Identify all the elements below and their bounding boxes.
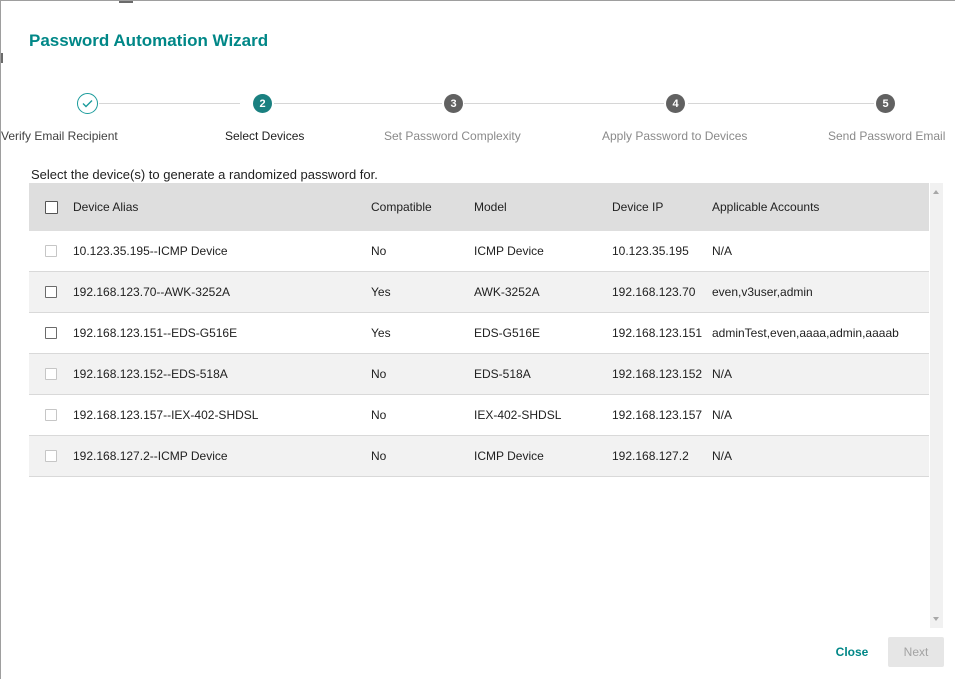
step-connector <box>464 103 664 104</box>
device-ip: 192.168.123.70 <box>612 285 696 299</box>
row-checkbox-cell[interactable] <box>29 450 73 462</box>
applicable-accounts: adminTest,even,aaaa,admin,aaaab <box>712 326 899 340</box>
table-row[interactable]: 192.168.123.70--AWK-3252A Yes AWK-3252A … <box>29 272 929 313</box>
row-checkbox[interactable] <box>45 368 57 380</box>
column-header-compatible[interactable]: Compatible <box>371 200 474 214</box>
step-3-label: Set Password Complexity <box>384 129 521 143</box>
table-row[interactable]: 10.123.35.195--ICMP Device No ICMP Devic… <box>29 231 929 272</box>
applicable-accounts: N/A <box>712 449 733 463</box>
compatible-value: No <box>371 408 387 422</box>
row-checkbox-cell[interactable] <box>29 286 73 298</box>
model-value: ICMP Device <box>474 244 544 258</box>
step-5-label: Send Password Email <box>828 129 946 143</box>
row-checkbox-cell[interactable] <box>29 409 73 421</box>
device-ip: 192.168.123.151 <box>612 326 703 340</box>
table-row[interactable]: 192.168.123.152--EDS-518A No EDS-518A 19… <box>29 354 929 395</box>
step-connector <box>99 103 240 104</box>
window-edge-mark <box>1 53 3 63</box>
compatible-value: Yes <box>371 326 391 340</box>
table-row[interactable]: 192.168.123.151--EDS-G516E Yes EDS-G516E… <box>29 313 929 354</box>
column-header-accounts[interactable]: Applicable Accounts <box>712 200 922 214</box>
device-ip: 192.168.123.157 <box>612 408 703 422</box>
select-all-cell[interactable] <box>29 200 73 214</box>
step-4-indicator: 4 <box>666 94 685 113</box>
row-checkbox[interactable] <box>45 409 57 421</box>
window-edge-mark <box>119 1 133 3</box>
compatible-value: No <box>371 367 387 381</box>
device-alias: 192.168.123.70--AWK-3252A <box>73 285 230 299</box>
device-table: Device Alias Compatible Model Device IP … <box>29 183 929 628</box>
device-alias: 192.168.123.151--EDS-G516E <box>73 326 238 340</box>
step-4-label: Apply Password to Devices <box>602 129 748 143</box>
device-alias: 10.123.35.195--ICMP Device <box>73 244 228 258</box>
next-button[interactable]: Next <box>888 637 944 667</box>
step-connector <box>274 103 442 104</box>
table-scrollbar[interactable] <box>930 183 943 628</box>
model-value: EDS-G516E <box>474 326 541 340</box>
device-ip: 192.168.123.152 <box>612 367 703 381</box>
device-alias: 192.168.123.152--EDS-518A <box>73 367 228 381</box>
row-checkbox[interactable] <box>45 245 57 257</box>
compatible-value: Yes <box>371 285 391 299</box>
table-row[interactable]: 192.168.127.2--ICMP Device No ICMP Devic… <box>29 436 929 477</box>
step-5-indicator: 5 <box>876 94 895 113</box>
wizard-stepper: 2 3 4 5 Verify Email Recipient Select De… <box>1 91 955 151</box>
step-2-indicator: 2 <box>253 94 272 113</box>
compatible-value: No <box>371 244 387 258</box>
step-connector <box>688 103 874 104</box>
applicable-accounts: N/A <box>712 244 733 258</box>
device-ip: 10.123.35.195 <box>612 244 689 258</box>
model-value: IEX-402-SHDSL <box>474 408 562 422</box>
device-alias: 192.168.127.2--ICMP Device <box>73 449 228 463</box>
device-table-container: Device Alias Compatible Model Device IP … <box>29 183 943 628</box>
device-alias: 192.168.123.157--IEX-402-SHDSL <box>73 408 259 422</box>
table-row[interactable]: 192.168.123.157--IEX-402-SHDSL No IEX-40… <box>29 395 929 436</box>
instruction-text: Select the device(s) to generate a rando… <box>31 167 378 182</box>
step-3-indicator: 3 <box>444 94 463 113</box>
step-1-label: Verify Email Recipient <box>1 129 118 143</box>
dialog-title: Password Automation Wizard <box>29 31 269 50</box>
column-header-alias[interactable]: Device Alias <box>73 200 371 214</box>
row-checkbox-cell[interactable] <box>29 245 73 257</box>
compatible-value: No <box>371 449 387 463</box>
model-value: AWK-3252A <box>474 285 540 299</box>
scroll-down-icon[interactable] <box>933 617 939 621</box>
close-button[interactable]: Close <box>827 637 877 667</box>
row-checkbox[interactable] <box>45 286 57 298</box>
step-2-label: Select Devices <box>225 129 305 143</box>
applicable-accounts: even,v3user,admin <box>712 285 813 299</box>
scroll-up-icon[interactable] <box>933 190 939 194</box>
model-value: ICMP Device <box>474 449 544 463</box>
password-wizard-dialog: Password Automation Wizard 2 3 4 5 Verif… <box>0 0 955 679</box>
select-all-checkbox[interactable] <box>44 200 58 214</box>
row-checkbox[interactable] <box>45 450 57 462</box>
applicable-accounts: N/A <box>712 367 733 381</box>
column-header-model[interactable]: Model <box>474 200 612 214</box>
check-icon <box>82 100 93 108</box>
model-value: EDS-518A <box>474 367 531 381</box>
device-ip: 192.168.127.2 <box>612 449 689 463</box>
step-1-indicator <box>77 93 98 114</box>
table-header: Device Alias Compatible Model Device IP … <box>29 183 929 231</box>
row-checkbox-cell[interactable] <box>29 327 73 339</box>
row-checkbox[interactable] <box>45 327 57 339</box>
column-header-ip[interactable]: Device IP <box>612 200 712 214</box>
applicable-accounts: N/A <box>712 408 733 422</box>
row-checkbox-cell[interactable] <box>29 368 73 380</box>
